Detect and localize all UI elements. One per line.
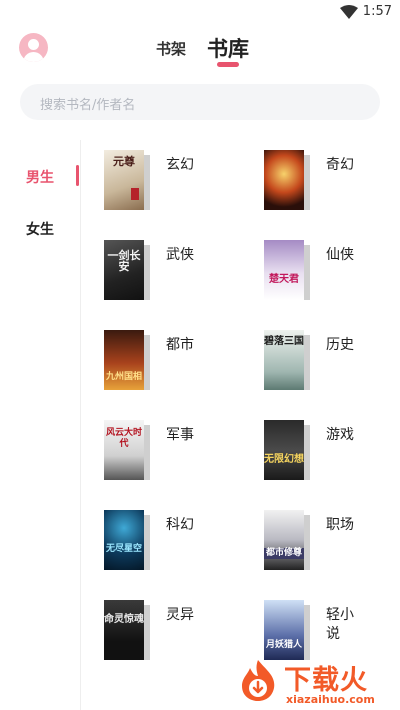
category-item-junshi[interactable]: 风云大时代 军事 xyxy=(104,420,234,482)
sidebar-divider xyxy=(80,140,81,710)
search-placeholder: 搜索书名/作者名 xyxy=(40,98,136,113)
category-item-qingxiaoshuo[interactable]: 月妖猎人 轻小说 xyxy=(264,600,394,662)
book-cover: 九州国相 xyxy=(104,330,144,390)
category-label: 武侠 xyxy=(166,247,194,263)
category-label: 轻小说 xyxy=(326,607,354,642)
watermark-url: xiazaihuo.com xyxy=(286,693,375,706)
tab-bookshelf[interactable]: 书架 xyxy=(156,38,186,59)
book-cover: 风云大时代 xyxy=(104,420,144,480)
book-cover xyxy=(264,150,304,210)
book-cover: 一剑长安 xyxy=(104,240,144,300)
category-label: 都市 xyxy=(166,337,194,353)
book-cover: 碧落三国 xyxy=(264,330,304,390)
category-item-qihuan[interactable]: 奇幻 xyxy=(264,150,394,212)
category-item-youxi[interactable]: 无限幻想 游戏 xyxy=(264,420,394,482)
book-cover: 命灵惊魂 xyxy=(104,600,144,660)
category-item-lishi[interactable]: 碧落三国 历史 xyxy=(264,330,394,392)
flame-logo-icon xyxy=(242,660,275,701)
book-cover: 无尽星空 xyxy=(104,510,144,570)
category-label: 玄幻 xyxy=(166,157,194,173)
status-time: 1:57 xyxy=(362,4,392,19)
tab-active-indicator xyxy=(217,62,239,67)
book-cover: 楚天君 xyxy=(264,240,304,300)
book-cover: 都市修尊 xyxy=(264,510,304,570)
category-label: 奇幻 xyxy=(326,157,354,173)
search-input[interactable]: 搜索书名/作者名 xyxy=(20,84,380,120)
category-label: 科幻 xyxy=(166,517,194,533)
category-item-wuxia[interactable]: 一剑长安 武侠 xyxy=(104,240,234,302)
watermark: 下载火 xiazaihuo.com xyxy=(236,658,396,710)
book-cover: 无限幻想 xyxy=(264,420,304,480)
book-cover: 元尊 xyxy=(104,150,144,210)
tab-library[interactable]: 书库 xyxy=(207,33,249,63)
book-cover: 月妖猎人 xyxy=(264,600,304,660)
sidebar-item-female[interactable]: 女生 xyxy=(26,219,54,239)
category-item-xuanhuan[interactable]: 元尊 玄幻 xyxy=(104,150,234,212)
category-label: 职场 xyxy=(326,517,354,533)
wifi-icon xyxy=(340,5,358,19)
category-item-kehuan[interactable]: 无尽星空 科幻 xyxy=(104,510,234,572)
category-item-zhichang[interactable]: 都市修尊 职场 xyxy=(264,510,394,572)
category-label: 军事 xyxy=(166,427,194,443)
watermark-name: 下载火 xyxy=(284,665,368,696)
category-item-xianxia[interactable]: 楚天君 仙侠 xyxy=(264,240,394,302)
sidebar-active-indicator xyxy=(76,165,79,186)
sidebar-item-male[interactable]: 男生 xyxy=(26,167,54,187)
status-bar: 1:57 xyxy=(0,0,400,26)
category-label: 历史 xyxy=(326,337,354,353)
category-item-dushi[interactable]: 九州国相 都市 xyxy=(104,330,234,392)
category-label: 游戏 xyxy=(326,427,354,443)
category-item-lingyi[interactable]: 命灵惊魂 灵异 xyxy=(104,600,234,662)
avatar[interactable] xyxy=(19,33,48,62)
category-label: 仙侠 xyxy=(326,247,354,263)
category-label: 灵异 xyxy=(166,607,194,623)
